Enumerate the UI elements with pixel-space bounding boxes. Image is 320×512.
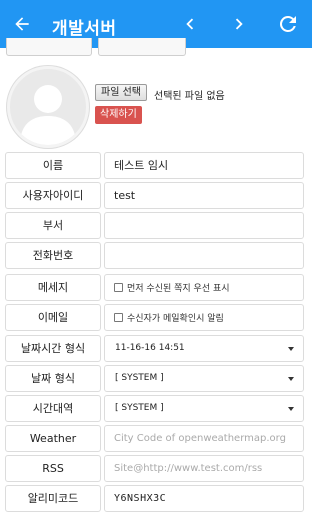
department-label: 부서: [5, 212, 101, 239]
message-priority-checkbox-label: 먼저 수신된 쪽지 우선 표시: [127, 284, 230, 294]
chevron-left-icon[interactable]: [176, 10, 204, 38]
dropdown-arrow-icon: [288, 407, 294, 411]
rss-label: RSS: [5, 455, 101, 482]
name-field[interactable]: 테스트 임시: [104, 152, 304, 179]
hidden-top-button-left[interactable]: [6, 38, 92, 56]
datetime-format-value: 11-16-16 14:51: [115, 343, 185, 353]
datetime-format-label: 날짜시간 형식: [5, 335, 101, 362]
form-row-email: 이메일 수신자가 메일확인시 알림: [5, 304, 304, 331]
form-row-rss: RSS Site@http://www.test.com/rss: [5, 455, 304, 482]
hidden-top-button-right[interactable]: [98, 38, 186, 56]
alarm-code-label: 알리미코드: [5, 485, 101, 512]
form-row-department: 부서: [5, 212, 304, 239]
dropdown-arrow-icon: [288, 377, 294, 381]
date-format-label: 날짜 형식: [5, 365, 101, 392]
date-format-value: [ SYSTEM ]: [115, 373, 164, 383]
arrow-back-icon[interactable]: [8, 10, 36, 38]
timezone-value: [ SYSTEM ]: [115, 403, 164, 413]
email-notify-checkbox-label: 수신자가 메일확인시 알림: [127, 314, 224, 324]
avatar[interactable]: [7, 66, 89, 148]
form-row-name: 이름 테스트 임시: [5, 152, 304, 179]
email-label: 이메일: [5, 304, 101, 331]
rss-input[interactable]: Site@http://www.test.com/rss: [104, 455, 304, 482]
refresh-icon[interactable]: [274, 10, 302, 38]
department-field[interactable]: [104, 212, 304, 239]
form-row-message: 메세지 먼저 수신된 쪽지 우선 표시: [5, 274, 304, 301]
date-format-select[interactable]: [ SYSTEM ]: [104, 365, 304, 392]
timezone-label: 시간대역: [5, 395, 101, 422]
message-option: 먼저 수신된 쪽지 우선 표시: [104, 274, 304, 301]
form-row-timezone: 시간대역 [ SYSTEM ]: [5, 395, 304, 422]
delete-photo-button[interactable]: 삭제하기: [95, 106, 142, 124]
phone-label: 전화번호: [5, 242, 101, 269]
email-notify-checkbox[interactable]: [114, 313, 123, 322]
dropdown-arrow-icon: [288, 347, 294, 351]
phone-field[interactable]: [104, 242, 304, 269]
person-placeholder-icon: [20, 85, 76, 145]
datetime-format-select[interactable]: 11-16-16 14:51: [104, 335, 304, 362]
file-status-text: 선택된 파일 없음: [154, 91, 225, 102]
message-label: 메세지: [5, 274, 101, 301]
file-select-button[interactable]: 파일 선택: [95, 84, 147, 101]
name-label: 이름: [5, 152, 101, 179]
form-row-weather: Weather City Code of openweathermap.org: [5, 425, 304, 452]
weather-label: Weather: [5, 425, 101, 452]
weather-input[interactable]: City Code of openweathermap.org: [104, 425, 304, 452]
form-row-alarm-code: 알리미코드 Y6NSHX3C: [5, 485, 304, 512]
message-priority-checkbox[interactable]: [114, 283, 123, 292]
form-row-user-id: 사용자아이디 test: [5, 182, 304, 209]
chevron-right-icon[interactable]: [225, 10, 253, 38]
form-row-phone: 전화번호: [5, 242, 304, 269]
form-row-datetime-format: 날짜시간 형식 11-16-16 14:51: [5, 335, 304, 362]
email-option: 수신자가 메일확인시 알림: [104, 304, 304, 331]
alarm-code-field[interactable]: Y6NSHX3C: [104, 485, 304, 512]
app-title: 개발서버: [52, 19, 117, 39]
user-id-field[interactable]: test: [104, 182, 304, 209]
form-row-date-format: 날짜 형식 [ SYSTEM ]: [5, 365, 304, 392]
user-id-label: 사용자아이디: [5, 182, 101, 209]
timezone-select[interactable]: [ SYSTEM ]: [104, 395, 304, 422]
